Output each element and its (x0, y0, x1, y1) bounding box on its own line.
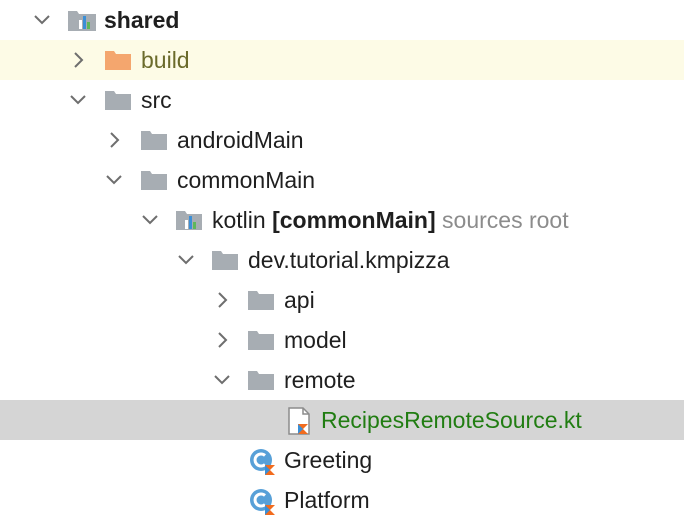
source-root-icon (174, 200, 206, 240)
tree-label: dev.tutorial.kmpizza (248, 247, 450, 273)
tree-label: kotlin [commonMain] sources root (212, 200, 569, 240)
chevron-right-icon[interactable] (210, 320, 234, 360)
chevron-down-icon[interactable] (30, 0, 54, 40)
chevron-down-icon[interactable] (138, 200, 162, 240)
excluded-folder-icon (103, 40, 135, 80)
folder-icon (139, 160, 171, 200)
folder-icon (246, 280, 278, 320)
tree-label: commonMain (177, 167, 316, 193)
folder-icon (103, 80, 135, 120)
kotlin-class-icon (246, 440, 278, 480)
tree-node-commonmain[interactable]: commonMain (0, 160, 684, 200)
tree-label: api (284, 287, 315, 313)
source-root-name: kotlin (212, 207, 266, 233)
tree-label: Platform (284, 487, 370, 513)
tree-label: RecipesRemoteSource.kt (321, 407, 582, 433)
tree-node-kotlin[interactable]: kotlin [commonMain] sources root (0, 200, 684, 240)
chevron-down-icon[interactable] (102, 160, 126, 200)
tree-label: Greeting (284, 447, 373, 473)
tree-node-androidmain[interactable]: androidMain (0, 120, 684, 160)
chevron-down-icon[interactable] (66, 80, 90, 120)
tree-label: src (141, 87, 172, 113)
chevron-right-icon[interactable] (102, 120, 126, 160)
tree-label: androidMain (177, 127, 304, 153)
kotlin-class-icon (246, 480, 278, 520)
tree-node-greeting[interactable]: Greeting (0, 440, 684, 480)
folder-icon (139, 120, 171, 160)
kotlin-file-icon (284, 400, 316, 440)
tree-node-recipes-remote-source[interactable]: RecipesRemoteSource.kt (0, 400, 684, 440)
tree-label: model (284, 327, 347, 353)
tree-node-remote[interactable]: remote (0, 360, 684, 400)
tree-label: build (141, 47, 190, 73)
folder-icon (246, 320, 278, 360)
folder-icon (246, 360, 278, 400)
tree-node-platform[interactable]: Platform (0, 480, 684, 520)
tree-node-package[interactable]: dev.tutorial.kmpizza (0, 240, 684, 280)
chevron-right-icon[interactable] (66, 40, 90, 80)
tree-label: shared (104, 7, 180, 33)
chevron-down-icon[interactable] (210, 360, 234, 400)
source-set-tag: [commonMain] (272, 207, 436, 233)
tree-node-api[interactable]: api (0, 280, 684, 320)
tree-label: remote (284, 367, 356, 393)
tree-node-src[interactable]: src (0, 80, 684, 120)
sources-root-hint: sources root (442, 207, 569, 233)
chevron-down-icon[interactable] (174, 240, 198, 280)
tree-node-shared[interactable]: shared (0, 0, 684, 40)
project-tree: shared build src androidMain commonMain … (0, 0, 684, 528)
tree-node-model[interactable]: model (0, 320, 684, 360)
package-folder-icon (210, 240, 242, 280)
chevron-right-icon[interactable] (210, 280, 234, 320)
tree-node-build[interactable]: build (0, 40, 684, 80)
module-folder-icon (66, 0, 98, 40)
